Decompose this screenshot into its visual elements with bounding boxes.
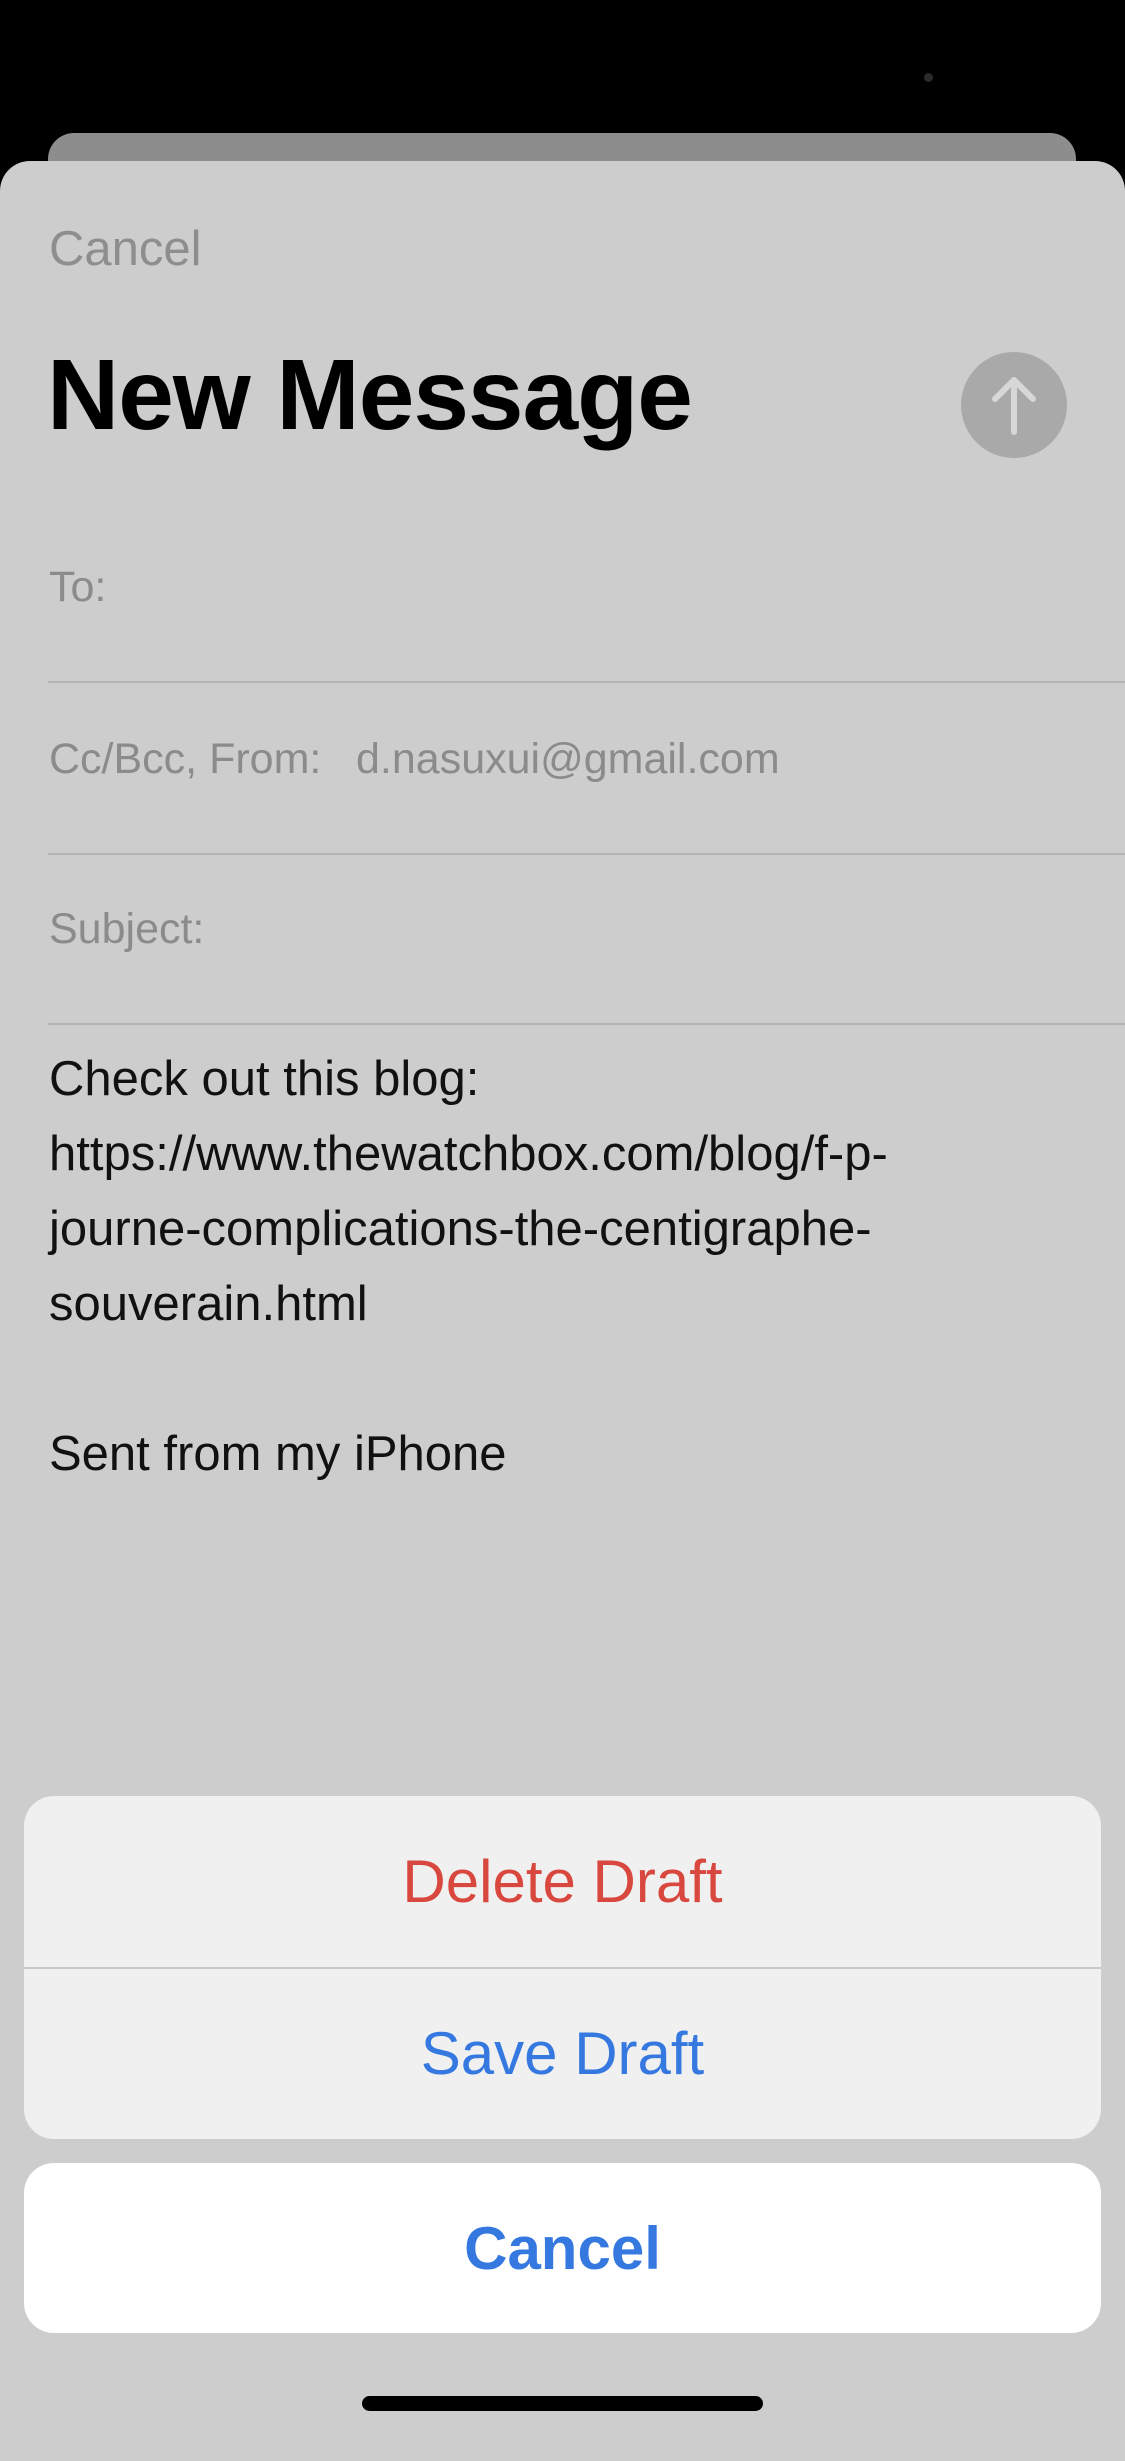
body-link-line: https://www.thewatchbox.com/blog/f-p- xyxy=(49,1127,888,1181)
from-address[interactable]: d.nasuxui@gmail.com xyxy=(356,735,780,784)
ccbcc-from-label: Cc/Bcc, From: xyxy=(49,735,322,783)
page-title: New Message xyxy=(47,339,693,451)
subject-label: Subject: xyxy=(49,905,205,953)
home-indicator[interactable] xyxy=(362,2396,763,2411)
status-dot xyxy=(924,73,933,82)
body-signature: Sent from my iPhone xyxy=(49,1427,507,1481)
message-body[interactable]: Check out this blog: https://www.thewatc… xyxy=(49,1042,1059,1492)
delete-draft-button[interactable]: Delete Draft xyxy=(24,1796,1101,1967)
body-link-line: souverain.html xyxy=(49,1277,368,1331)
action-sheet-cancel-button[interactable]: Cancel xyxy=(24,2163,1101,2333)
compose-cancel-button[interactable]: Cancel xyxy=(49,221,202,277)
arrow-up-icon xyxy=(992,377,1036,435)
body-link-line: journe-complications-the-centigraphe- xyxy=(49,1202,872,1256)
send-button[interactable] xyxy=(961,352,1067,458)
save-draft-button[interactable]: Save Draft xyxy=(24,1968,1101,2139)
action-sheet-group: Delete Draft Save Draft xyxy=(24,1796,1101,2139)
body-blank-line xyxy=(49,1342,1059,1417)
to-field[interactable]: To: xyxy=(48,511,1125,683)
ccbcc-from-field[interactable]: Cc/Bcc, From: d.nasuxui@gmail.com xyxy=(48,683,1125,855)
body-line: Check out this blog: xyxy=(49,1052,480,1106)
subject-field[interactable]: Subject: xyxy=(48,853,1125,1025)
to-label: To: xyxy=(49,563,107,611)
